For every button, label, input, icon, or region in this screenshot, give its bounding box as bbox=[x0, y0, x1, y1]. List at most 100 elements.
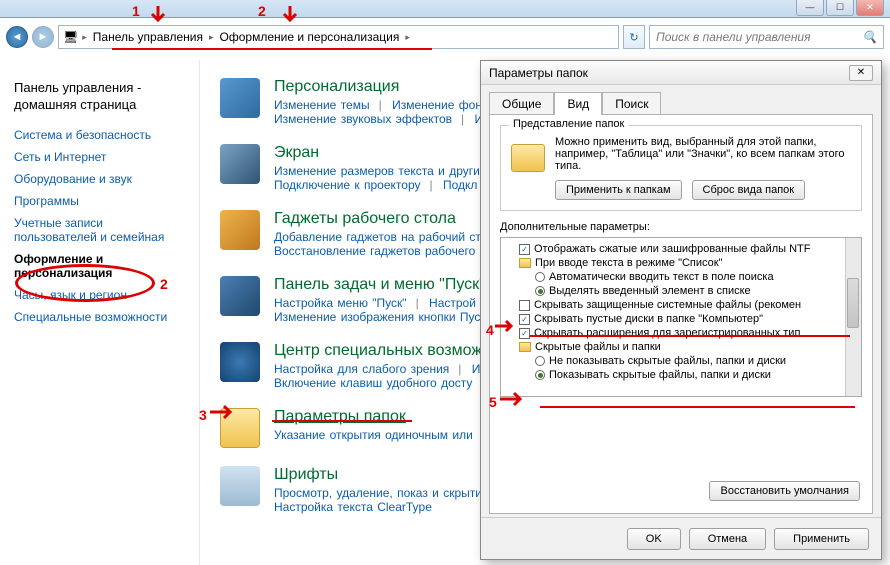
sidebar: Панель управления - домашняя страница Си… bbox=[0, 60, 200, 565]
sublink[interactable]: Указание открытия одиночным или bbox=[274, 428, 473, 442]
sidebar-item-system[interactable]: Система и безопасность bbox=[14, 128, 185, 142]
radio-icon[interactable] bbox=[535, 356, 545, 366]
sublink[interactable]: Настрой bbox=[429, 296, 476, 310]
tree-row[interactable]: Показывать скрытые файлы, папки и диски bbox=[505, 368, 857, 382]
dialog-tabs: Общие Вид Поиск bbox=[481, 85, 881, 114]
checkbox-icon[interactable]: ✓ bbox=[519, 314, 530, 325]
sublink[interactable]: Настройка меню "Пуск" bbox=[274, 296, 407, 310]
gadgets-icon bbox=[220, 210, 260, 250]
annotation-arrow-5 bbox=[500, 390, 526, 408]
dialog-tab-body: Представление папок Можно применить вид,… bbox=[489, 114, 873, 514]
tree-row[interactable]: Скрывать защищенные системные файлы (рек… bbox=[505, 298, 857, 312]
tree-row[interactable]: ✓ Скрывать пустые диски в папке "Компьюте… bbox=[505, 312, 857, 326]
annotation-arrow-2 bbox=[280, 6, 300, 26]
taskbar-icon bbox=[220, 276, 260, 316]
sublink[interactable]: Изменение звуковых эффектов bbox=[274, 112, 452, 126]
annotation-arrow-3 bbox=[210, 403, 236, 421]
restore-defaults-button[interactable]: Восстановить умолчания bbox=[709, 481, 860, 501]
sublink[interactable]: Подкл bbox=[443, 178, 477, 192]
annotation-arrow-4 bbox=[495, 318, 517, 334]
tree-label: Скрывать защищенные системные файлы (рек… bbox=[534, 299, 801, 311]
annotation-number-4: 4 bbox=[486, 322, 494, 338]
folder-options-dialog: Параметры папок ✕ Общие Вид Поиск Предст… bbox=[480, 60, 882, 560]
computer-icon: 🖥 bbox=[63, 30, 78, 44]
ease-icon bbox=[220, 342, 260, 382]
dialog-titlebar: Параметры папок ✕ bbox=[481, 61, 881, 85]
chevron-icon: ▸ bbox=[82, 32, 87, 43]
sublink[interactable]: Настройка для слабого зрения bbox=[274, 362, 449, 376]
cancel-button[interactable]: Отмена bbox=[689, 528, 766, 550]
checkbox-icon[interactable]: ✓ bbox=[519, 244, 530, 255]
advanced-label: Дополнительные параметры: bbox=[500, 221, 862, 233]
apply-to-folders-button[interactable]: Применить к папкам bbox=[555, 180, 682, 200]
radio-icon[interactable] bbox=[535, 272, 545, 282]
checkbox-icon[interactable]: ✓ bbox=[519, 328, 530, 339]
sublink[interactable]: Изменение темы bbox=[274, 98, 370, 112]
annotation-number-1: 1 bbox=[132, 3, 140, 19]
breadcrumb-seg-appearance[interactable]: Оформление и персонализация bbox=[218, 30, 402, 44]
tab-search[interactable]: Поиск bbox=[602, 92, 661, 115]
tree-row[interactable]: Скрытые файлы и папки bbox=[505, 340, 857, 354]
advanced-settings-tree[interactable]: ✓ Отображать сжатые или зашифрованные фай… bbox=[500, 237, 862, 397]
tree-scrollbar[interactable] bbox=[845, 238, 861, 396]
display-icon bbox=[220, 144, 260, 184]
tab-view[interactable]: Вид bbox=[554, 92, 602, 115]
back-button[interactable]: ◄ bbox=[6, 26, 28, 48]
radio-icon[interactable] bbox=[535, 370, 545, 380]
tree-label: Отображать сжатые или зашифрованные файл… bbox=[534, 243, 810, 255]
sidebar-item-accounts[interactable]: Учетные записи пользователей и семейная bbox=[14, 216, 185, 244]
tree-label: Автоматически вводить текст в поле поиск… bbox=[549, 271, 774, 283]
tree-row[interactable]: При вводе текста в режиме "Список" bbox=[505, 256, 857, 270]
radio-icon[interactable] bbox=[535, 286, 545, 296]
checkbox-icon[interactable] bbox=[519, 300, 530, 311]
dialog-close-button[interactable]: ✕ bbox=[849, 65, 873, 81]
sidebar-home[interactable]: Панель управления - домашняя страница bbox=[14, 80, 185, 114]
sublink[interactable]: Просмотр, удаление, показ и скрыти bbox=[274, 486, 482, 500]
sidebar-item-hardware[interactable]: Оборудование и звук bbox=[14, 172, 185, 186]
sublink[interactable]: Восстановление гаджетов рабочего с bbox=[274, 244, 486, 258]
tree-label: Скрывать расширения для зарегистрированн… bbox=[534, 327, 800, 339]
tree-row[interactable]: Не показывать скрытые файлы, папки и дис… bbox=[505, 354, 857, 368]
chevron-icon: ▸ bbox=[405, 32, 410, 43]
tree-label: Показывать скрытые файлы, папки и диски bbox=[549, 369, 771, 381]
breadcrumb[interactable]: 🖥 ▸ Панель управления ▸ Оформление и пер… bbox=[58, 25, 619, 49]
tree-label: Выделять введенный элемент в списке bbox=[549, 285, 751, 297]
sublink[interactable]: Изменение размеров текста и други bbox=[274, 164, 480, 178]
search-input[interactable]: Поиск в панели управления 🔍 bbox=[649, 25, 884, 49]
tree-row[interactable]: Автоматически вводить текст в поле поиск… bbox=[505, 270, 857, 284]
tab-general[interactable]: Общие bbox=[489, 92, 554, 115]
folder-icon bbox=[511, 144, 545, 172]
sublink[interactable]: Изменение фон bbox=[392, 98, 482, 112]
annotation-number-5: 5 bbox=[489, 394, 497, 410]
sidebar-item-ease[interactable]: Специальные возможности bbox=[14, 310, 185, 324]
forward-button[interactable]: ► bbox=[32, 26, 54, 48]
scrollbar-thumb[interactable] bbox=[847, 278, 859, 328]
tree-row[interactable]: Выделять введенный элемент в списке bbox=[505, 284, 857, 298]
annotation-number-2: 2 bbox=[258, 3, 266, 19]
sublink[interactable]: Подключение к проектору bbox=[274, 178, 421, 192]
search-icon: 🔍 bbox=[862, 30, 877, 44]
minimize-button[interactable]: — bbox=[796, 0, 824, 16]
tree-label: Не показывать скрытые файлы, папки и дис… bbox=[549, 355, 786, 367]
annotation-underline-folder-options bbox=[272, 420, 412, 422]
sidebar-item-network[interactable]: Сеть и Интернет bbox=[14, 150, 185, 164]
annotation-number-3: 3 bbox=[199, 407, 207, 423]
sublink[interactable]: Добавление гаджетов на рабочий сто bbox=[274, 230, 487, 244]
sublink[interactable]: Включение клавиш удобного досту bbox=[274, 376, 472, 390]
reset-folders-button[interactable]: Сброс вида папок bbox=[692, 180, 806, 200]
search-placeholder: Поиск в панели управления bbox=[656, 30, 811, 44]
refresh-button[interactable]: ↻ bbox=[623, 25, 645, 49]
tree-label: При вводе текста в режиме "Список" bbox=[535, 257, 722, 269]
apply-button[interactable]: Применить bbox=[774, 528, 869, 550]
annotation-number-2b: 2 bbox=[160, 276, 168, 292]
close-button[interactable]: ✕ bbox=[856, 0, 884, 16]
breadcrumb-seg-control-panel[interactable]: Панель управления bbox=[91, 30, 205, 44]
sidebar-item-programs[interactable]: Программы bbox=[14, 194, 185, 208]
sublink[interactable]: Настройка текста ClearType bbox=[274, 500, 432, 514]
tree-row[interactable]: ✓ Отображать сжатые или зашифрованные фай… bbox=[505, 242, 857, 256]
maximize-button[interactable]: ☐ bbox=[826, 0, 854, 16]
sublink[interactable]: Изменение изображения кнопки Пуск bbox=[274, 310, 486, 324]
tree-label: Скрывать пустые диски в папке "Компьютер… bbox=[534, 313, 763, 325]
ok-button[interactable]: OK bbox=[627, 528, 681, 550]
tree-row[interactable]: ✓ Скрывать расширения для зарегистрирован… bbox=[505, 326, 857, 340]
